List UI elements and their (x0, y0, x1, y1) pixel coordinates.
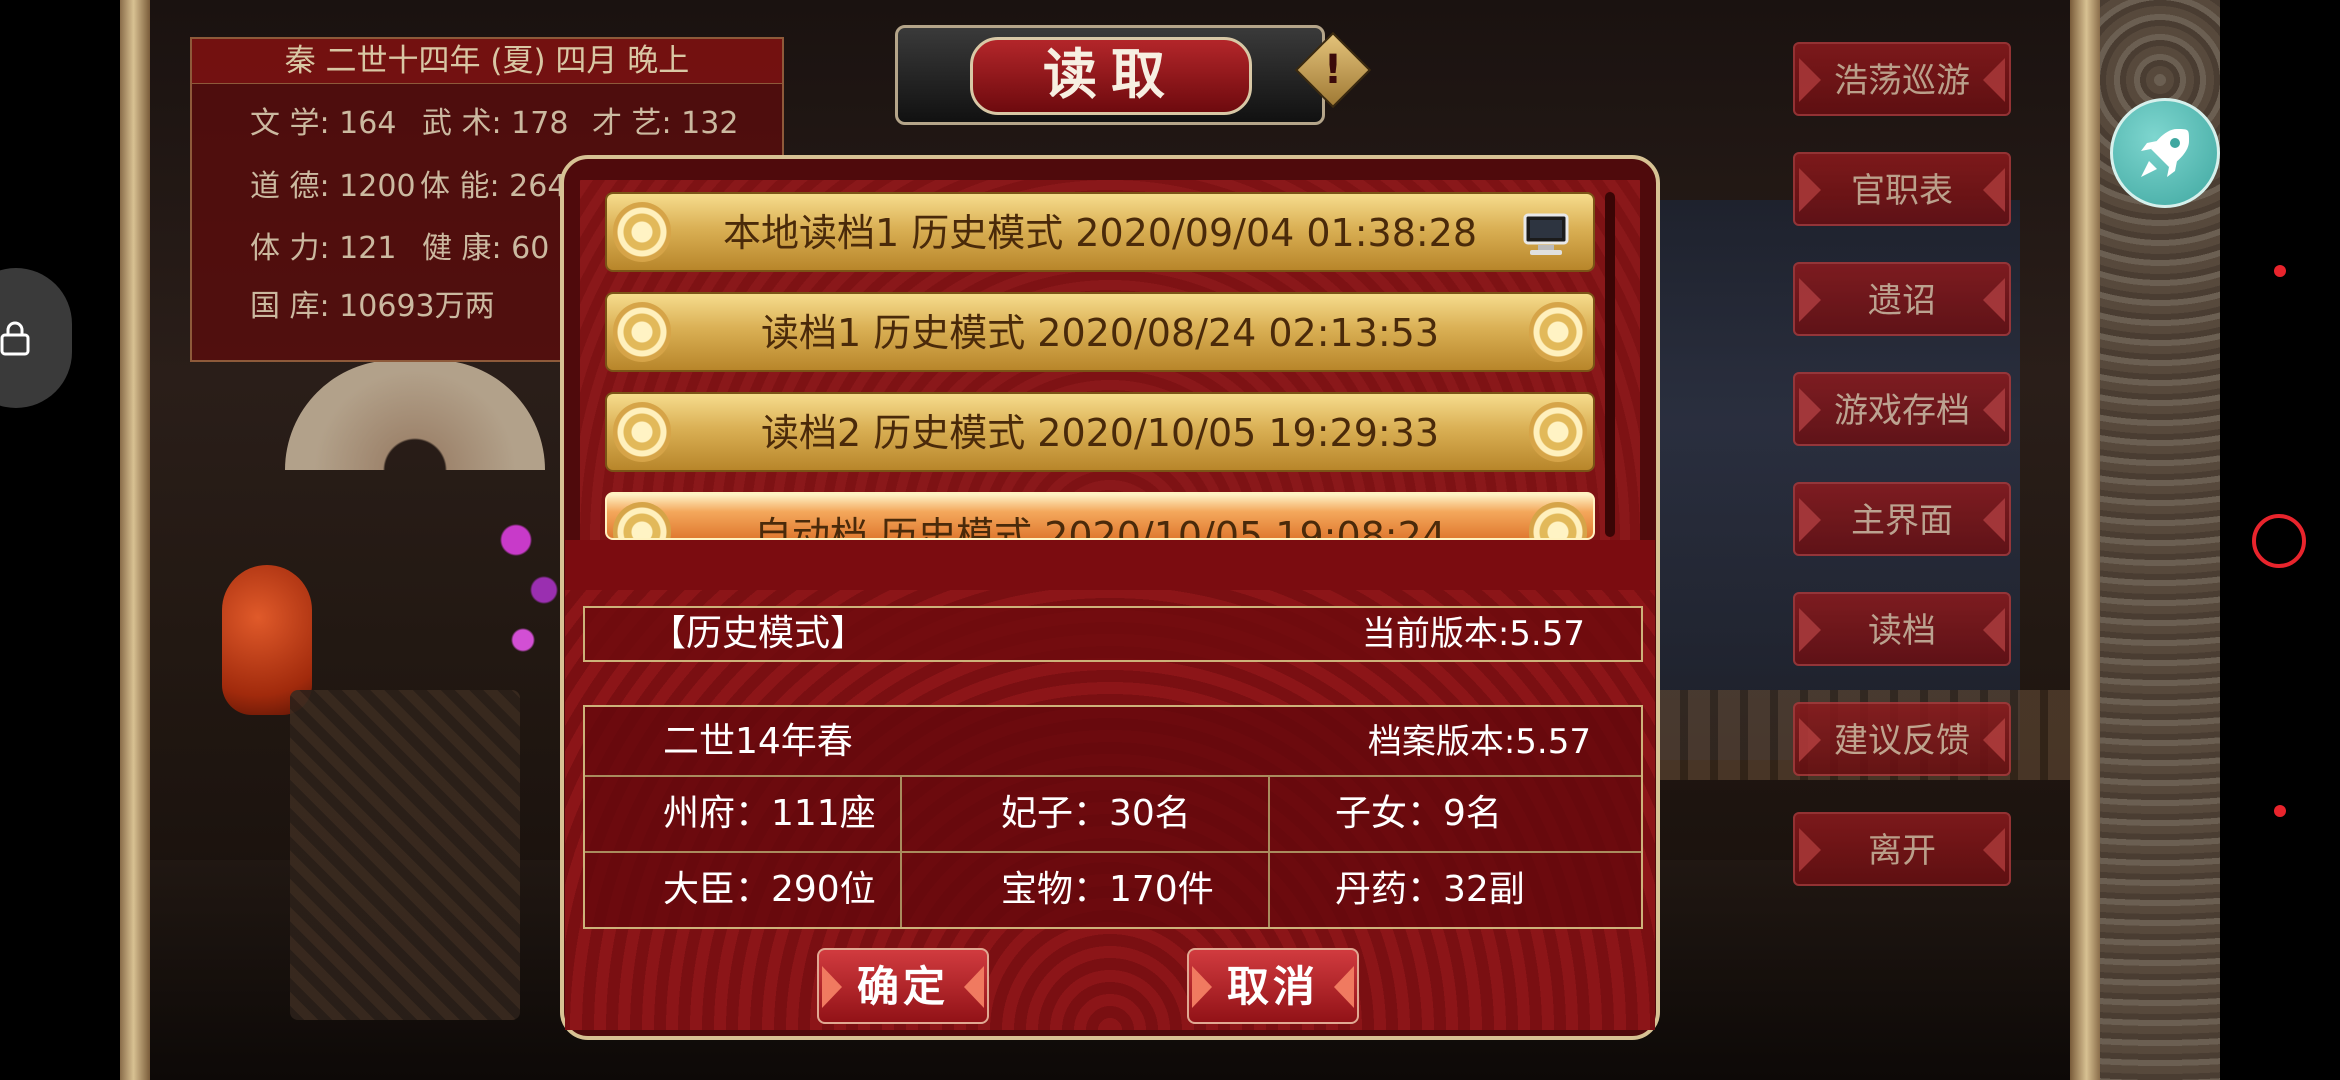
info-ministers: 大臣：290位 (663, 869, 876, 910)
menu-label: 离开 (1868, 831, 1936, 871)
info-treasures: 宝物：170件 (1001, 869, 1214, 910)
cancel-button[interactable]: 取消 (1187, 948, 1359, 1024)
menu-label: 主界面 (1851, 501, 1953, 541)
confirm-label: 确定 (856, 962, 949, 1011)
dialog-title: 读取 (970, 37, 1252, 115)
touch-dot-indicator (2274, 805, 2286, 817)
menu-officials-button[interactable]: 官职表 (1793, 152, 2011, 226)
menu-save-game-button[interactable]: 游戏存档 (1793, 372, 2011, 446)
current-version: 当前版本:5.57 (1361, 614, 1585, 654)
save-slot-1[interactable]: 读档1 历史模式 2020/08/24 02:13:53 (605, 292, 1595, 372)
scroll-curl-icon (1529, 402, 1587, 462)
menu-label: 浩荡巡游 (1834, 61, 1970, 101)
save-slot-label: 读档1 历史模式 2020/08/24 02:13:53 (760, 311, 1440, 355)
stat-physique: 体 能: 264 (420, 169, 567, 204)
computer-icon (1523, 213, 1569, 255)
menu-feedback-button[interactable]: 建议反馈 (1793, 702, 2011, 776)
save-slot-auto[interactable]: 自动档 历史模式 2020/10/05 19:08:24 (605, 492, 1595, 540)
info-children: 子女：9名 (1335, 793, 1502, 834)
menu-label: 遗诏 (1868, 281, 1936, 321)
stat-literature: 文 学: 164 (250, 106, 397, 141)
menu-label: 读档 (1868, 611, 1936, 651)
touch-dot-indicator (2274, 265, 2286, 277)
scroll-curl-icon (1529, 502, 1587, 538)
warning-mark: ! (1323, 47, 1343, 93)
title-plaque: 读取 (895, 25, 1325, 125)
save-version: 档案版本:5.57 (1367, 722, 1591, 762)
menu-label: 官职表 (1851, 171, 1953, 211)
lock-icon (0, 321, 30, 356)
info-prefectures: 州府：111座 (663, 793, 876, 834)
game-date: 秦 二世十四年 (夏) 四月 晚上 (192, 39, 782, 84)
save-slot-label: 自动档 历史模式 2020/10/05 19:08:24 (754, 514, 1446, 540)
scroll-curl-icon (1529, 302, 1587, 362)
scroll-curl-icon (613, 502, 671, 538)
menu-edict-button[interactable]: 遗诏 (1793, 262, 2011, 336)
save-slot-label: 本地读档1 历史模式 2020/09/04 01:38:28 (722, 211, 1478, 255)
stat-talent: 才 艺: 132 (592, 106, 739, 141)
save-list-scrollbar[interactable] (1605, 192, 1615, 537)
scroll-curl-icon (613, 402, 671, 462)
stat-stamina: 体 力: 121 (250, 231, 397, 266)
flowers-decoration (495, 480, 565, 680)
list-divider (565, 540, 1655, 590)
menu-main-screen-button[interactable]: 主界面 (1793, 482, 2011, 556)
right-frame-border (2070, 0, 2100, 1080)
rocket-icon (2141, 129, 2189, 177)
scroll-curl-icon (613, 202, 671, 262)
table-divider (900, 777, 902, 927)
stat-health: 健 康: 60 (422, 231, 550, 266)
menu-load-button[interactable]: 读档 (1793, 592, 2011, 666)
touch-circle-indicator (2252, 514, 2306, 568)
save-mode: 【历史模式】 (650, 613, 867, 654)
left-frame-border (120, 0, 150, 1080)
save-info-table: 二世14年春 档案版本:5.57 州府：111座 妃子：30名 子女：9名 大臣… (583, 705, 1643, 929)
scroll-curl-icon (613, 302, 671, 362)
save-era: 二世14年春 (663, 721, 853, 762)
save-slot-2[interactable]: 读档2 历史模式 2020/10/05 19:29:33 (605, 392, 1595, 472)
info-elixirs: 丹药：32副 (1335, 869, 1525, 910)
menu-exit-button[interactable]: 离开 (1793, 812, 2011, 886)
stat-morality: 道 德: 1200 (250, 169, 416, 204)
menu-label: 游戏存档 (1834, 391, 1970, 431)
info-consorts: 妃子：30名 (1001, 793, 1191, 834)
carved-furniture (290, 690, 520, 1020)
save-slot-label: 读档2 历史模式 2020/10/05 19:29:33 (760, 411, 1440, 455)
stat-martial: 武 术: 178 (422, 106, 569, 141)
menu-tour-button[interactable]: 浩荡巡游 (1793, 42, 2011, 116)
confirm-button[interactable]: 确定 (817, 948, 989, 1024)
stat-treasury: 国 库: 10693万两 (250, 289, 495, 324)
table-divider (585, 851, 1641, 853)
menu-label: 建议反馈 (1834, 721, 1970, 761)
table-divider (1268, 777, 1270, 927)
cancel-label: 取消 (1226, 962, 1319, 1011)
save-slot-local-1[interactable]: 本地读档1 历史模式 2020/09/04 01:38:28 (605, 192, 1595, 272)
